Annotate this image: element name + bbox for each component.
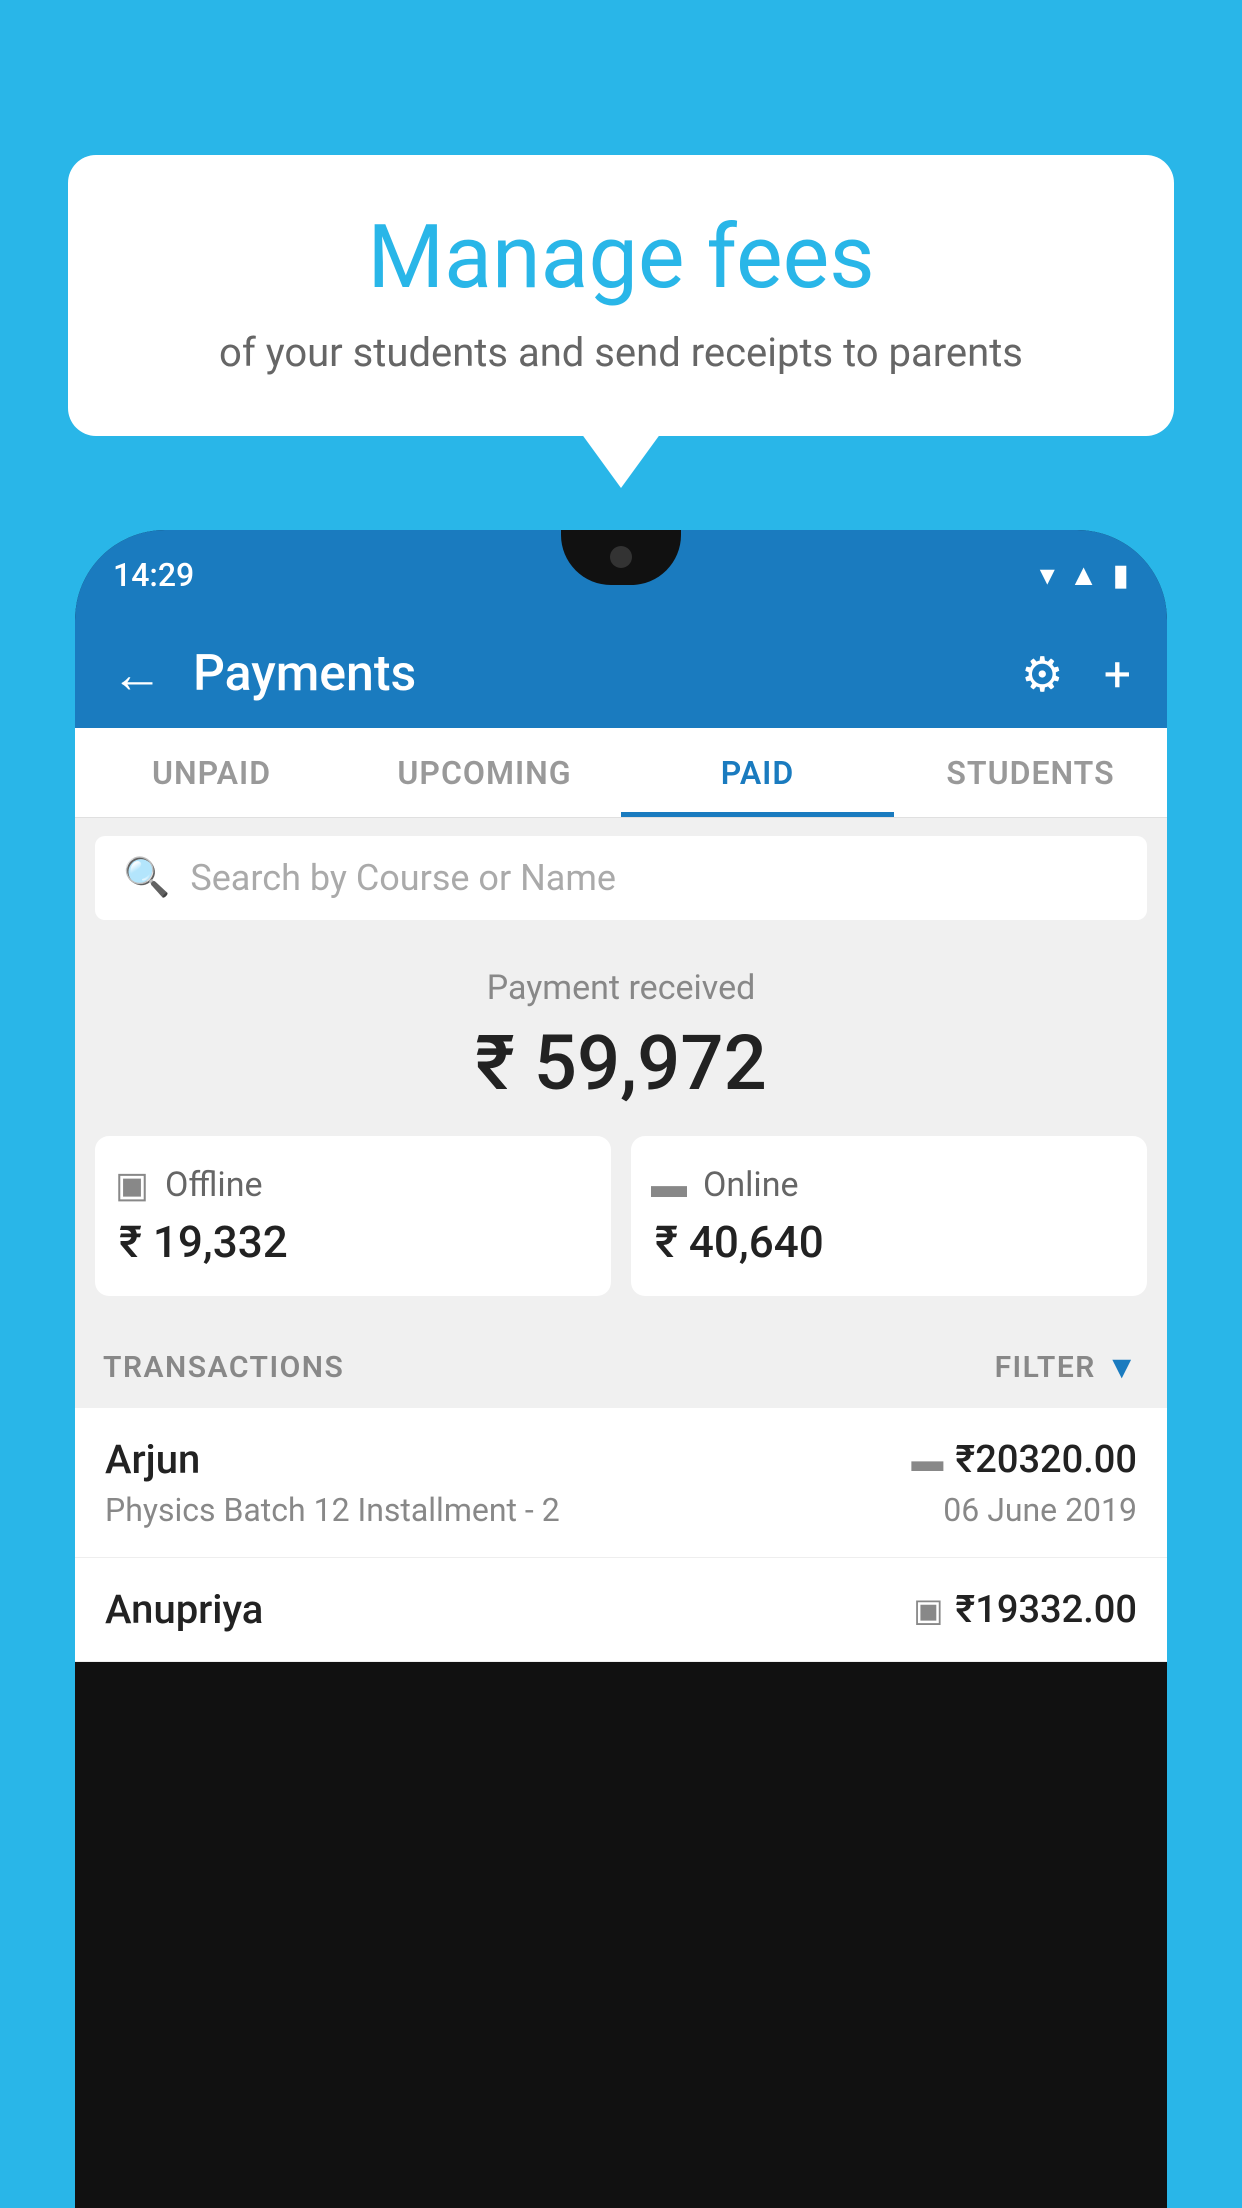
search-container: 🔍 Search by Course or Name [75,818,1167,938]
offline-icon: ▣ [115,1164,149,1206]
app-header: ← Payments ⚙ + [75,620,1167,728]
offline-label: Offline [165,1165,262,1205]
signal-icon: ▲ [1069,558,1099,593]
transactions-header: TRANSACTIONS FILTER ▼ [75,1326,1167,1408]
header-title: Payments [193,645,991,703]
transaction-name: Arjun [105,1436,200,1483]
payment-total-amount: ₹ 59,972 [95,1018,1147,1108]
online-amount: ₹ 40,640 [651,1216,1127,1268]
plus-icon[interactable]: + [1104,646,1131,703]
phone-notch [561,530,681,585]
transaction-name: Anupriya [105,1586,263,1633]
status-bar: 14:29 ▾ ▲ ▮ [75,530,1167,620]
payment-cards: ▣ Offline ₹ 19,332 ▬ Online ₹ 40,640 [95,1136,1147,1296]
tab-unpaid[interactable]: UNPAID [75,728,348,817]
battery-icon: ▮ [1112,558,1129,593]
search-input[interactable]: Search by Course or Name [190,857,616,899]
table-row[interactable]: Anupriya ▣ ₹19332.00 [75,1558,1167,1662]
back-button[interactable]: ← [111,644,163,705]
online-icon: ▬ [651,1164,687,1206]
offline-amount: ₹ 19,332 [115,1216,591,1268]
offline-card: ▣ Offline ₹ 19,332 [95,1136,611,1296]
amount-value: ₹19332.00 [955,1588,1137,1632]
cash-icon: ▣ [913,1591,943,1629]
tabs-bar: UNPAID UPCOMING PAID STUDENTS [75,728,1167,818]
tab-upcoming[interactable]: UPCOMING [348,728,621,817]
status-icons: ▾ ▲ ▮ [1040,558,1129,593]
gear-icon[interactable]: ⚙ [1021,646,1064,703]
amount-value: ₹20320.00 [955,1438,1137,1482]
bubble-subtitle: of your students and send receipts to pa… [128,329,1114,376]
filter-icon: ▼ [1106,1348,1139,1386]
filter-label: FILTER [995,1350,1096,1385]
speech-bubble: Manage fees of your students and send re… [68,155,1174,436]
transaction-list: Arjun ▬ ₹20320.00 Physics Batch 12 Insta… [75,1408,1167,1662]
transactions-label: TRANSACTIONS [103,1350,344,1385]
notch-camera [610,546,632,568]
tab-paid[interactable]: PAID [621,728,894,817]
search-icon: 🔍 [123,856,170,900]
search-bar[interactable]: 🔍 Search by Course or Name [95,836,1147,920]
transaction-date: 06 June 2019 [943,1491,1137,1529]
phone-frame: 14:29 ▾ ▲ ▮ ← Payments ⚙ + UNPAID UPCOMI… [75,530,1167,2208]
transaction-course: Physics Batch 12 Installment - 2 [105,1491,560,1529]
wifi-icon: ▾ [1040,558,1055,593]
status-time: 14:29 [113,556,194,594]
filter-button[interactable]: FILTER ▼ [995,1348,1139,1386]
payment-received-label: Payment received [95,968,1147,1008]
transaction-amount: ▬ ₹20320.00 [911,1438,1137,1482]
tab-students[interactable]: STUDENTS [894,728,1167,817]
online-card: ▬ Online ₹ 40,640 [631,1136,1147,1296]
table-row[interactable]: Arjun ▬ ₹20320.00 Physics Batch 12 Insta… [75,1408,1167,1558]
transaction-amount: ▣ ₹19332.00 [913,1588,1137,1632]
online-label: Online [703,1165,799,1205]
payment-summary: Payment received ₹ 59,972 ▣ Offline ₹ 19… [75,938,1167,1326]
bubble-title: Manage fees [128,210,1114,307]
card-icon: ▬ [911,1441,943,1479]
